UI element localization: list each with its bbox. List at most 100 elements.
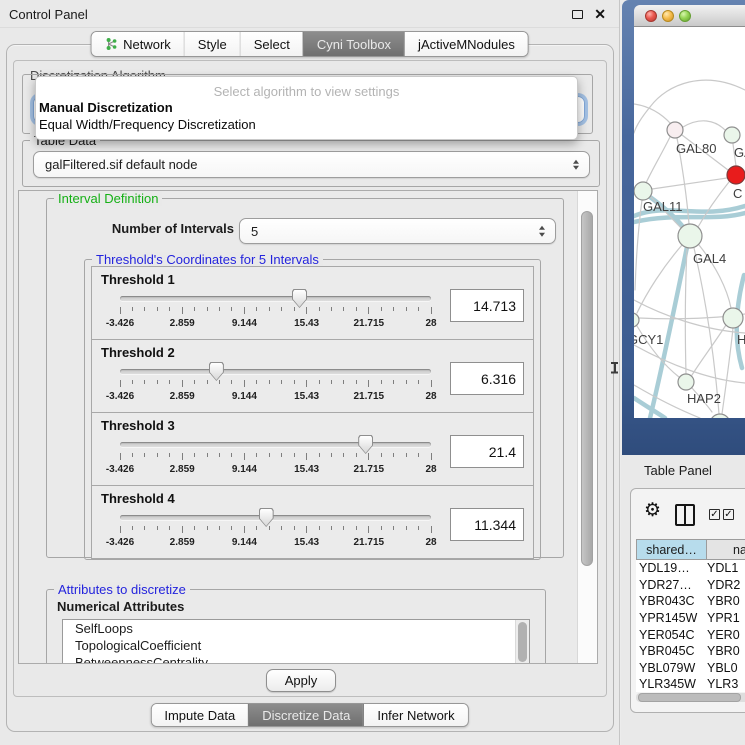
- network-edge[interactable]: [685, 248, 687, 374]
- bottom-tab-impute-data[interactable]: Impute Data: [151, 704, 248, 726]
- attribute-item-1[interactable]: TopologicalCoefficient: [63, 637, 529, 654]
- network-node[interactable]: [710, 414, 730, 418]
- network-node-gal11[interactable]: [634, 182, 652, 200]
- threshold-4-slider[interactable]: -3.4262.8599.14415.4321.71528: [113, 507, 438, 553]
- tab-jactivemnodules[interactable]: jActiveMNodules: [404, 32, 528, 56]
- network-node-hap2[interactable]: [678, 374, 694, 390]
- network-edge[interactable]: [650, 80, 745, 107]
- slider-tick-label: 2.859: [170, 391, 195, 402]
- apply-button[interactable]: Apply: [266, 669, 336, 692]
- network-edge[interactable]: [683, 121, 725, 130]
- slider-track[interactable]: [120, 296, 431, 301]
- network-edge[interactable]: [646, 137, 670, 183]
- screen: Control Panel ✕ NetworkStyleSelectCyni T…: [0, 0, 745, 745]
- table-row-4[interactable]: YER054CYER0: [636, 626, 745, 643]
- table-row-3[interactable]: YPR145WYPR1: [636, 610, 745, 627]
- threshold-3-label: Threshold 3: [101, 418, 524, 433]
- slider-tick-label: 28: [425, 464, 436, 475]
- minimize-light[interactable]: [662, 10, 674, 22]
- tab-select[interactable]: Select: [240, 32, 303, 56]
- slider-tick: [356, 380, 357, 384]
- tab-cyni-toolbox[interactable]: Cyni Toolbox: [303, 32, 404, 56]
- table-row-2[interactable]: YBR043CYBR0: [636, 593, 745, 610]
- table-row-5[interactable]: YBR045CYBR0: [636, 643, 745, 660]
- bottom-tab-infer-network[interactable]: Infer Network: [363, 704, 467, 726]
- network-node-c[interactable]: [727, 166, 745, 184]
- table-row-7[interactable]: YLR345WYLR3: [636, 676, 745, 692]
- slider-tick: [207, 380, 208, 384]
- attribute-item-2[interactable]: BetweennessCentrality: [63, 654, 529, 664]
- network-canvas[interactable]: GAL80GALCGAL11GAL4GCY1HHAP2: [634, 27, 745, 418]
- horizontal-scrollbar-thumb[interactable]: [638, 693, 741, 702]
- network-edge[interactable]: [634, 107, 650, 133]
- float-window-icon[interactable]: [572, 10, 583, 19]
- network-node-gal80[interactable]: [667, 122, 683, 138]
- table-row-6[interactable]: YBL079WYBL0: [636, 660, 745, 677]
- table-row-1[interactable]: YDR27…YDR2: [636, 577, 745, 594]
- network-edge[interactable]: [722, 328, 733, 414]
- gear-icon[interactable]: ⚙: [644, 501, 661, 520]
- cell-name: YDR2: [705, 578, 740, 592]
- split-columns-icon[interactable]: [675, 504, 695, 526]
- vertical-scrollbar[interactable]: [577, 191, 597, 663]
- threshold-3-value-input[interactable]: [450, 435, 524, 468]
- slider-track[interactable]: [120, 515, 431, 520]
- zoom-light[interactable]: [679, 10, 691, 22]
- network-window-titlebar[interactable]: [634, 5, 745, 27]
- network-node-gcy1[interactable]: [634, 313, 639, 327]
- threshold-2-slider[interactable]: -3.4262.8599.14415.4321.71528: [113, 361, 438, 407]
- slider-track[interactable]: [120, 442, 431, 447]
- network-node-gal[interactable]: [724, 127, 740, 143]
- slider-tick: [306, 453, 307, 460]
- number-of-intervals-spinner[interactable]: 5: [239, 218, 556, 244]
- vertical-scrollbar-thumb[interactable]: [581, 211, 593, 566]
- table-row-0[interactable]: YDL19…YDL1: [636, 560, 745, 577]
- checkbox-icon[interactable]: ✓: [723, 509, 734, 520]
- network-edge[interactable]: [652, 178, 727, 189]
- table-panel: Table Panel ⚙ ✓ ✓ shared… na YDL19…YDL1Y…: [621, 455, 745, 745]
- network-edge[interactable]: [694, 248, 719, 414]
- slider-tick: [194, 307, 195, 311]
- threshold-2-value-input[interactable]: [450, 362, 524, 395]
- threshold-1-slider-thumb[interactable]: [292, 289, 307, 308]
- slider-track[interactable]: [120, 369, 431, 374]
- slider-tick: [120, 380, 121, 387]
- checkbox-icon[interactable]: ✓: [709, 509, 720, 520]
- attribute-item-0[interactable]: SelfLoops: [63, 620, 529, 637]
- tab-style[interactable]: Style: [184, 32, 240, 56]
- threshold-3-slider[interactable]: -3.4262.8599.14415.4321.71528: [113, 434, 438, 480]
- slider-tick-label: -3.426: [106, 318, 134, 329]
- bottom-tab-discretize-data[interactable]: Discretize Data: [248, 704, 363, 726]
- control-panel-titlebar: Control Panel ✕: [0, 0, 619, 28]
- network-edge-thick[interactable]: [634, 213, 745, 222]
- close-icon[interactable]: ✕: [594, 6, 606, 23]
- network-edge[interactable]: [692, 325, 726, 375]
- algorithm-option-1[interactable]: Equal Width/Frequency Discretization: [36, 116, 577, 133]
- list-scrollbar-thumb[interactable]: [518, 622, 527, 662]
- column-header-shared-name[interactable]: shared…: [636, 539, 707, 560]
- close-light[interactable]: [645, 10, 657, 22]
- network-edge[interactable]: [698, 182, 729, 227]
- threshold-2-slider-thumb[interactable]: [209, 362, 224, 381]
- tab-network[interactable]: Network: [91, 32, 184, 56]
- numerical-attributes-label: Numerical Attributes: [57, 599, 184, 614]
- slider-tick: [144, 526, 145, 530]
- table-data-combobox[interactable]: galFiltered.sif default node: [33, 151, 590, 178]
- threshold-1-value-input[interactable]: [450, 289, 524, 322]
- network-node-label: HAP2: [687, 391, 721, 406]
- network-node-gal4[interactable]: [678, 224, 702, 248]
- bottom-tab-label: Discretize Data: [262, 708, 350, 723]
- horizontal-scrollbar[interactable]: [636, 693, 745, 702]
- slider-tick: [381, 453, 382, 457]
- threshold-1-slider[interactable]: -3.4262.8599.14415.4321.71528: [113, 288, 438, 334]
- threshold-4-slider-thumb[interactable]: [259, 508, 274, 527]
- slider-tick: [120, 526, 121, 533]
- algorithm-option-0[interactable]: Manual Discretization: [36, 99, 577, 116]
- network-node-h[interactable]: [723, 308, 743, 328]
- threshold-4-value-input[interactable]: [450, 508, 524, 541]
- threshold-3-slider-thumb[interactable]: [358, 435, 373, 454]
- column-header-name[interactable]: na: [707, 539, 745, 560]
- slider-tick: [169, 380, 170, 384]
- threshold-4-label: Threshold 4: [101, 491, 524, 506]
- list-scrollbar[interactable]: [515, 620, 529, 664]
